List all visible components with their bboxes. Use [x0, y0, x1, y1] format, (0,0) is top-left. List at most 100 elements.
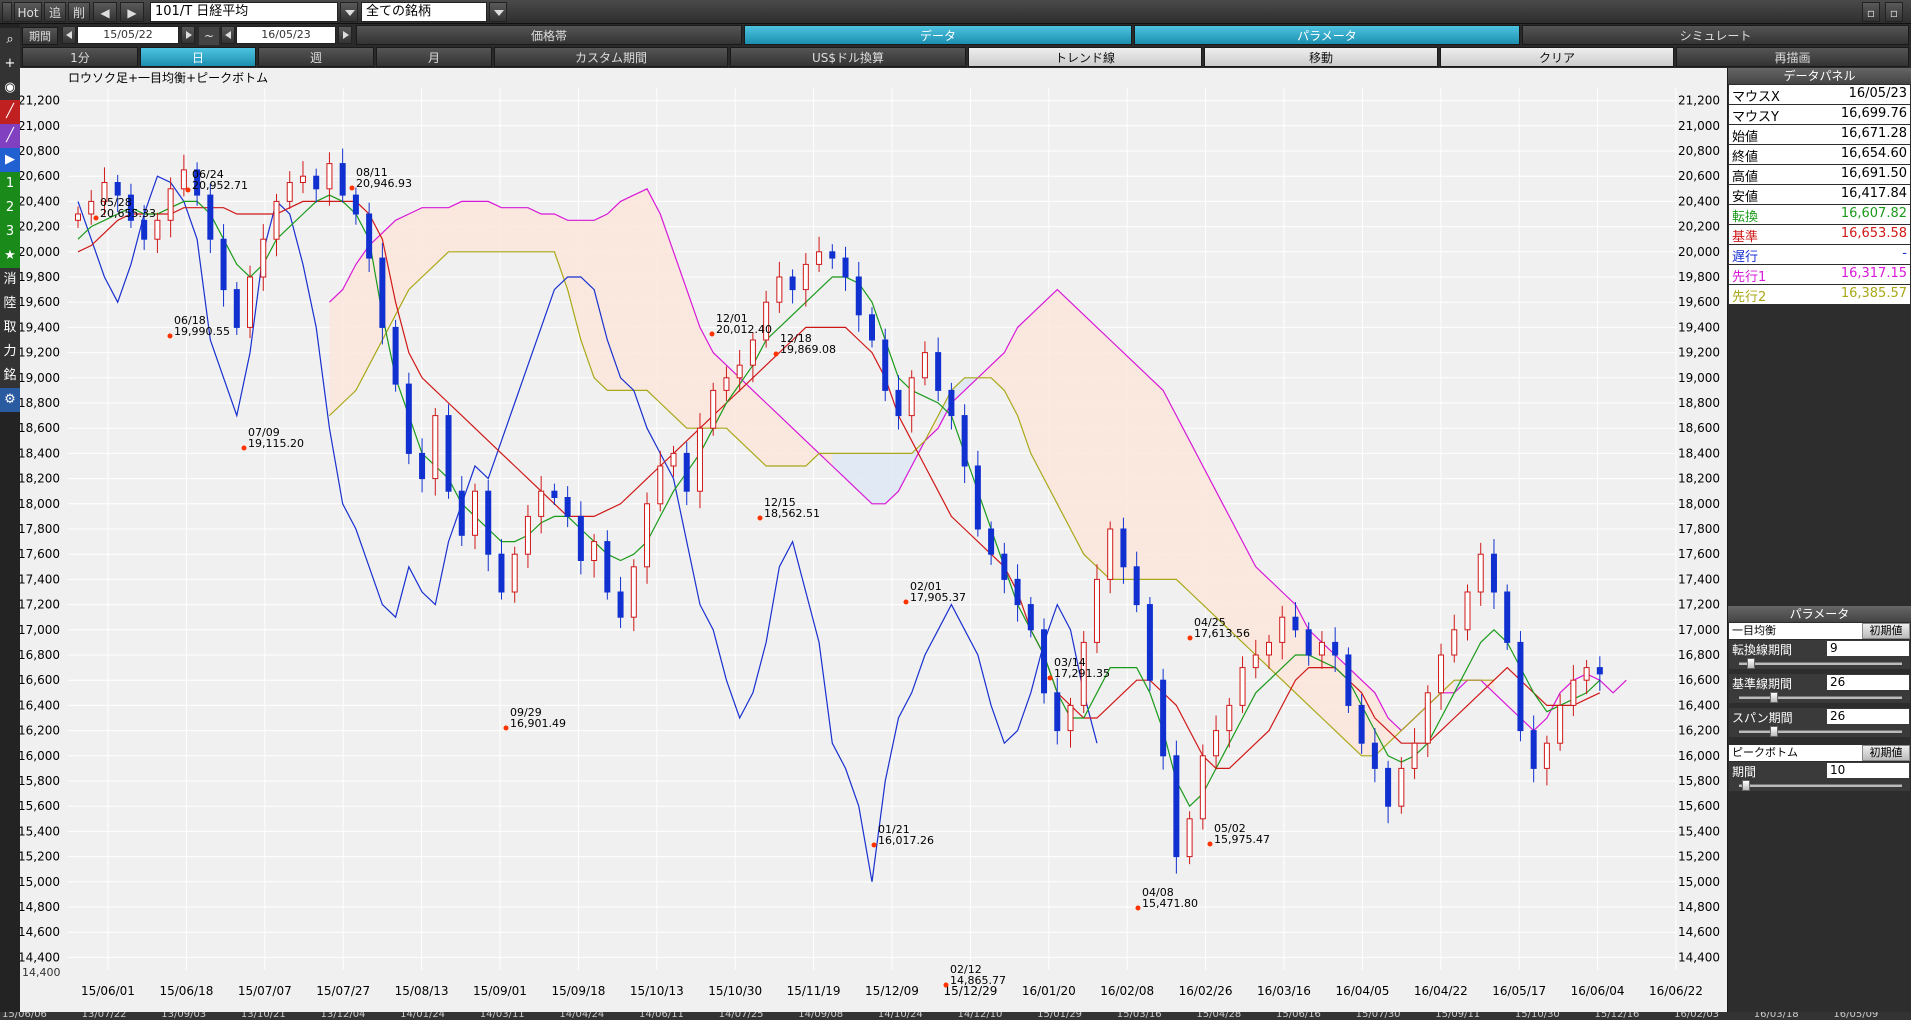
tab-custom-period[interactable]: カスタム期間: [494, 47, 728, 67]
param-input[interactable]: 26: [1827, 675, 1909, 690]
candle-up: [776, 276, 783, 303]
tab-daily[interactable]: 日: [140, 47, 256, 67]
candle-down: [1041, 629, 1048, 694]
candle-up: [1093, 578, 1100, 643]
move-button[interactable]: 移動: [1204, 47, 1438, 67]
slider-thumb[interactable]: [1746, 658, 1755, 669]
y-tick-label-right: 16,600: [1678, 673, 1720, 687]
x-tick-label: 16/06/22: [1649, 984, 1703, 998]
stock-icon[interactable]: 銘: [0, 364, 20, 388]
trade-icon[interactable]: 取: [0, 316, 20, 340]
next-symbol-button[interactable]: ▶: [120, 2, 144, 22]
peak-value-label: 16,901.49: [510, 717, 566, 730]
candle-up: [921, 352, 928, 379]
cloud-segment: [1163, 390, 1177, 580]
y-tick-label-left: 19,400: [20, 320, 60, 334]
crosshair-icon[interactable]: +: [0, 52, 20, 76]
from-prev-button[interactable]: [62, 26, 76, 44]
candle-up: [538, 490, 545, 517]
y-tick-label-left: 14,400: [20, 950, 60, 964]
param-input[interactable]: 26: [1827, 709, 1909, 724]
y-tick-label-right: 19,800: [1678, 270, 1720, 284]
redraw-button[interactable]: 再描画: [1676, 47, 1909, 67]
candle-up: [908, 377, 915, 417]
star-icon[interactable]: ★: [0, 244, 20, 268]
data-row-key: 転換: [1732, 210, 1759, 225]
peak-value-label: 14,865.77: [950, 974, 1006, 987]
param-slider[interactable]: [1729, 691, 1910, 703]
candle-up: [1557, 704, 1564, 744]
slot-3-icon[interactable]: 3: [0, 220, 20, 244]
candle-down: [1014, 578, 1021, 606]
filter-select[interactable]: 全ての銘柄: [361, 2, 487, 22]
camera-icon[interactable]: ◉: [0, 76, 20, 100]
to-date-input[interactable]: 16/05/23: [236, 26, 336, 44]
tab-price-band[interactable]: 価格帯: [356, 25, 742, 45]
slider-thumb[interactable]: [1770, 692, 1778, 703]
erase-icon[interactable]: 消: [0, 268, 20, 292]
y-tick-label-left: 14,800: [20, 900, 60, 914]
ichimoku-reset-button[interactable]: 初期値: [1862, 623, 1910, 639]
mini-scale-label: 14,400: [22, 966, 61, 979]
tab-simulate[interactable]: シミュレート: [1522, 25, 1909, 45]
to-next-button[interactable]: [338, 26, 352, 44]
clear-button[interactable]: クリア: [1440, 47, 1674, 67]
from-date-input[interactable]: 15/05/22: [77, 26, 179, 44]
slider-thumb[interactable]: [1742, 780, 1751, 791]
y-tick-label-left: 16,400: [20, 698, 60, 712]
candle-up: [1477, 553, 1484, 593]
symbol-input[interactable]: 101/T 日経平均: [150, 2, 338, 22]
x-tick-label: 15/06/18: [159, 984, 213, 998]
tab-1min[interactable]: 1分: [22, 47, 138, 67]
chart-line-icon[interactable]: ╱: [0, 124, 20, 148]
peak-reset-button[interactable]: 初期値: [1862, 745, 1910, 761]
zoom-icon[interactable]: ⌕: [0, 28, 20, 52]
line-icon[interactable]: ╱: [0, 100, 20, 124]
hot-button[interactable]: Hot: [14, 2, 42, 22]
tab-weekly[interactable]: 週: [258, 47, 374, 67]
tab-data[interactable]: データ: [744, 25, 1132, 45]
to-prev-button[interactable]: [221, 26, 235, 44]
peak-period-slider[interactable]: [1729, 779, 1910, 791]
y-tick-label-left: 16,200: [20, 724, 60, 738]
tab-parameters[interactable]: パラメータ: [1134, 25, 1520, 45]
candle-down: [948, 389, 955, 417]
prev-symbol-button[interactable]: ◀: [93, 2, 117, 22]
tab-monthly[interactable]: 月: [376, 47, 492, 67]
slider-thumb[interactable]: [1770, 726, 1778, 737]
chart-area[interactable]: 21,200 21,200 21,000 21,000 20,800 20,800 20,6…: [18, 68, 1727, 1012]
data-row-key: マウスX: [1732, 90, 1780, 105]
slot-1-icon[interactable]: 1: [0, 172, 20, 196]
param-slider[interactable]: [1729, 657, 1910, 669]
symbol-dropdown-button[interactable]: [340, 2, 358, 22]
delete-button[interactable]: 削: [68, 2, 90, 22]
add-button[interactable]: 追: [44, 2, 66, 22]
candle-down: [577, 515, 584, 561]
gear-icon[interactable]: ⚙: [0, 388, 20, 412]
param-input[interactable]: 9: [1827, 641, 1909, 656]
trendline-button[interactable]: トレンド線: [968, 47, 1202, 67]
filter-dropdown-button[interactable]: [489, 2, 507, 22]
x-tick-label: 15/09/01: [473, 984, 527, 998]
x-tick-label: 16/03/16: [1257, 984, 1311, 998]
flag-icon[interactable]: ▶: [0, 148, 20, 172]
cloud-segment: [1189, 440, 1203, 605]
peak-period-input[interactable]: 10: [1827, 763, 1909, 778]
square-icon: ▫: [1889, 6, 1899, 20]
land-icon[interactable]: 陸: [0, 292, 20, 316]
minimize-button[interactable]: ▫: [1862, 2, 1880, 22]
close-button[interactable]: ▫: [1885, 2, 1903, 22]
y-tick-label-left: 16,000: [20, 749, 60, 763]
candle-down: [1120, 528, 1127, 568]
from-next-button[interactable]: [181, 26, 195, 44]
y-tick-label-right: 19,000: [1678, 371, 1720, 385]
cloud-segment: [329, 289, 343, 416]
tab-usd-convert[interactable]: US$ドル換算: [730, 47, 966, 67]
slot-2-icon[interactable]: 2: [0, 196, 20, 220]
search-icon[interactable]: [2, 2, 12, 22]
param-slider[interactable]: [1729, 725, 1910, 737]
overview-scrollbar[interactable]: 15/06/06 13/07/22 13/09/03 13/10/21 13/12/04…: [0, 1012, 1911, 1020]
candlestick-chart[interactable]: 21,200 21,200 21,000 21,000 20,800 20,800 20,6…: [18, 68, 1727, 1012]
y-tick-label-left: 20,400: [20, 194, 60, 208]
power-icon[interactable]: 力: [0, 340, 20, 364]
